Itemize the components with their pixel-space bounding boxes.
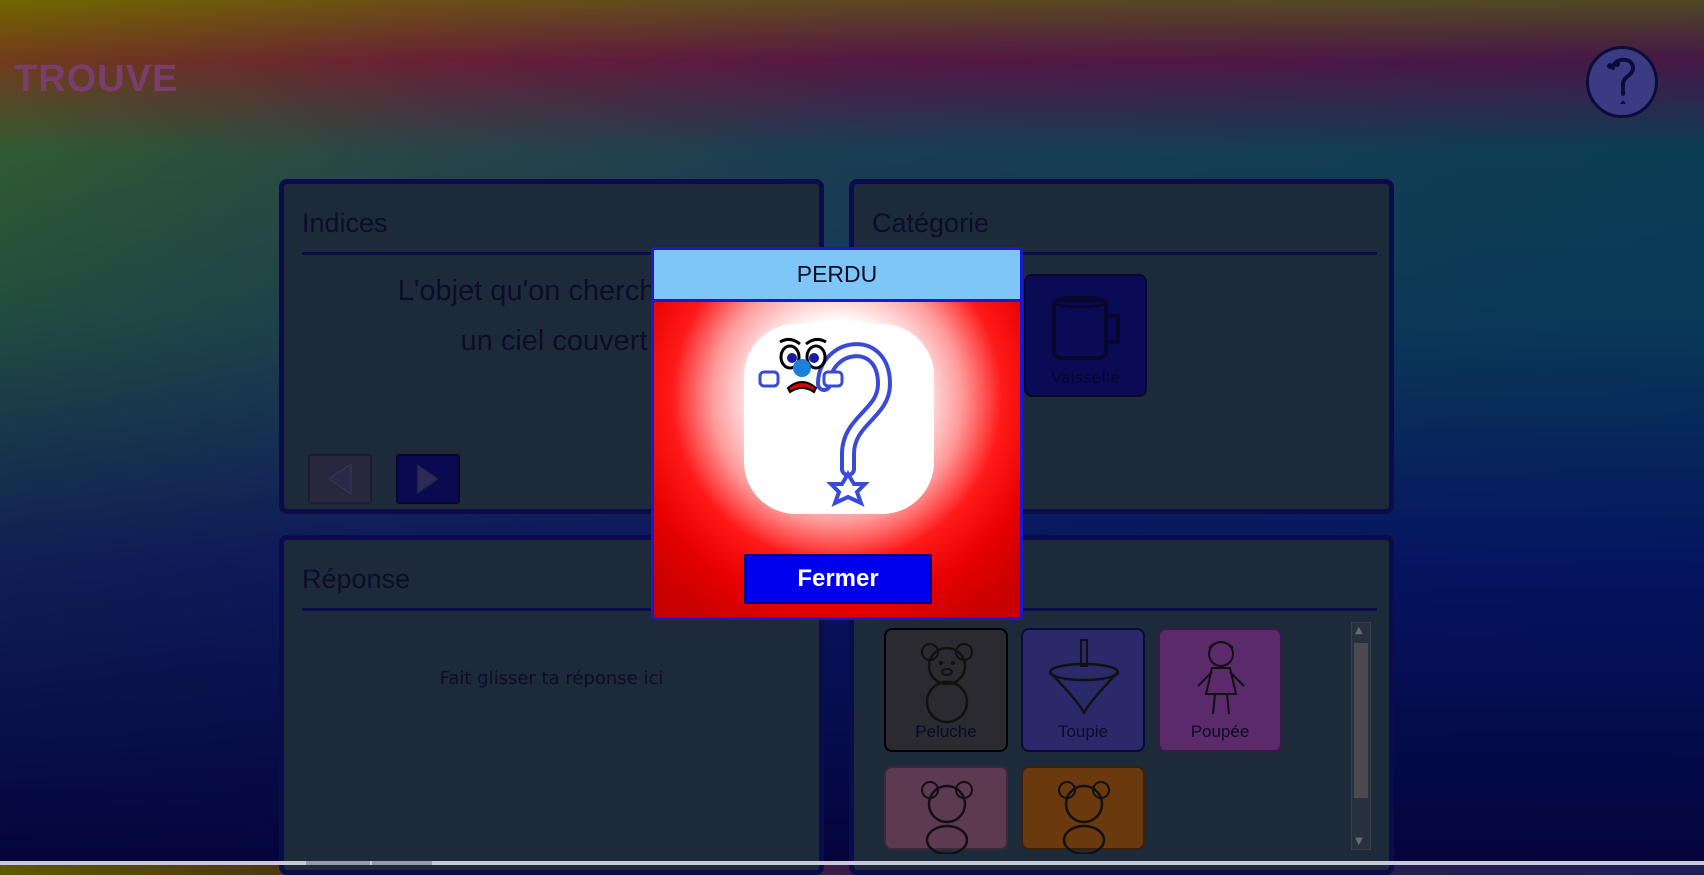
object-card-poupee[interactable]: Poupée: [1158, 628, 1282, 752]
object-card-5[interactable]: [1021, 766, 1145, 854]
previous-hint-button[interactable]: [308, 454, 372, 504]
objects-scrollbar[interactable]: ▲ ▼: [1351, 622, 1371, 850]
help-button[interactable]: [1586, 46, 1658, 118]
arrow-left-icon: [328, 463, 352, 495]
bottom-scroll-strip: [0, 861, 1704, 865]
object-card-peluche[interactable]: Peluche: [884, 628, 1008, 752]
next-hint-button[interactable]: [396, 454, 460, 504]
object-label: Poupée: [1190, 722, 1250, 741]
question-mascot-icon: [1607, 57, 1636, 104]
teddy-bear-icon: [921, 643, 973, 724]
answer-drop-zone[interactable]: Fait glisser ta réponse ici: [284, 668, 819, 689]
category-card: Vaisselle: [1024, 274, 1147, 397]
scroll-down-icon[interactable]: ▼: [1355, 836, 1363, 847]
object-label: Peluche: [915, 722, 977, 741]
lost-dialog: PERDU Fermer: [651, 247, 1023, 620]
scroll-up-icon[interactable]: ▲: [1355, 625, 1363, 636]
object-card-4[interactable]: [884, 766, 1008, 854]
dialog-image: [744, 324, 934, 514]
object-label: Toupie: [1057, 722, 1109, 741]
doll-icon: [1197, 641, 1245, 715]
dialog-title: PERDU: [654, 250, 1020, 302]
mug-icon: [1052, 295, 1120, 360]
category-label: Vaisselle: [1050, 368, 1121, 387]
scrollbar-thumb[interactable]: [1354, 643, 1368, 798]
app-title: TROUVE: [14, 58, 179, 100]
object-card-toupie[interactable]: Toupie: [1021, 628, 1145, 752]
spinning-top-icon: [1048, 639, 1120, 715]
teddy-bear-icon: [1058, 781, 1110, 854]
teddy-bear-icon: [921, 781, 973, 854]
arrow-right-icon: [416, 463, 440, 495]
sad-question-mascot-icon: [758, 337, 893, 507]
close-button[interactable]: Fermer: [744, 554, 932, 604]
